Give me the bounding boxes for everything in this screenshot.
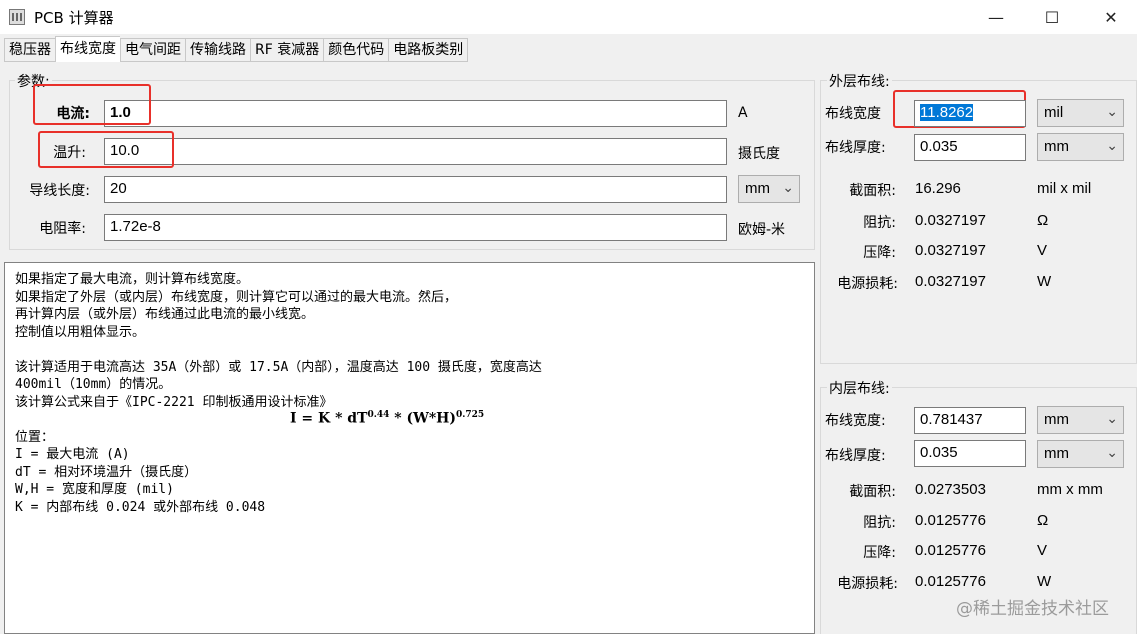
- inner-thickness-unit: mm: [1044, 445, 1069, 462]
- inner-power-loss-value: 0.0125776: [915, 573, 986, 590]
- chevron-down-icon: ⌄: [1106, 103, 1118, 119]
- chevron-down-icon: ⌄: [1106, 410, 1118, 426]
- outer-power-loss-label: 电源损耗:: [837, 276, 898, 292]
- outer-width-label: 布线宽度: [825, 106, 881, 122]
- outer-resistance-unit: Ω: [1037, 212, 1049, 229]
- outer-voltage-drop-value: 0.0327197: [915, 242, 986, 259]
- outer-power-loss-value: 0.0327197: [915, 273, 986, 290]
- inner-area-value: 0.0273503: [915, 481, 986, 498]
- length-label: 导线长度:: [29, 183, 90, 199]
- resistivity-unit: 欧姆-米: [738, 222, 786, 238]
- inner-resistance-value: 0.0125776: [915, 512, 986, 529]
- inner-group-label: 内层布线:: [827, 378, 892, 398]
- temp-rise-input[interactable]: 10.0: [104, 138, 727, 165]
- length-input[interactable]: 20: [104, 176, 727, 203]
- inner-area-label: 截面积:: [849, 484, 896, 500]
- tab-track-width[interactable]: 布线宽度: [55, 36, 120, 62]
- outer-width-unit: mil: [1044, 104, 1064, 121]
- chevron-down-icon: ⌄: [782, 179, 794, 195]
- outer-thickness-input[interactable]: 0.035: [914, 134, 1026, 161]
- outer-width-unit-select[interactable]: mil ⌄: [1037, 99, 1124, 127]
- inner-resistance-label: 阻抗:: [863, 515, 896, 531]
- outer-power-loss-unit: W: [1037, 273, 1052, 290]
- current-input[interactable]: 1.0: [104, 100, 727, 127]
- info-text: 如果指定了最大电流，则计算布线宽度。 如果指定了外层（或内层）布线宽度，则计算它可…: [15, 272, 542, 515]
- chevron-down-icon: ⌄: [1106, 444, 1118, 460]
- current-unit: A: [738, 105, 748, 121]
- inner-power-loss-unit: W: [1037, 573, 1052, 590]
- outer-resistance-value: 0.0327197: [915, 212, 986, 229]
- inner-thickness-label: 布线厚度:: [825, 448, 886, 464]
- tab-clearance[interactable]: 电气间距: [120, 38, 185, 62]
- outer-resistance-label: 阻抗:: [863, 215, 896, 231]
- outer-thickness-unit: mm: [1044, 138, 1069, 155]
- inner-voltage-drop-label: 压降:: [863, 545, 896, 561]
- watermark: @稀土掘金技术社区: [956, 599, 1109, 619]
- inner-area-unit: mm x mm: [1037, 481, 1103, 498]
- outer-group-label: 外层布线:: [827, 71, 892, 91]
- temp-rise-highlight: [38, 131, 174, 168]
- chevron-down-icon: ⌄: [1106, 137, 1118, 153]
- inner-thickness-input[interactable]: 0.035: [914, 440, 1026, 467]
- inner-voltage-drop-value: 0.0125776: [915, 542, 986, 559]
- inner-thickness-unit-select[interactable]: mm ⌄: [1037, 440, 1124, 468]
- temp-rise-unit: 摄氏度: [738, 146, 780, 162]
- title-bar: PCB 计算器 — ☐ ✕: [0, 0, 1137, 34]
- inner-power-loss-label: 电源损耗:: [837, 576, 898, 592]
- inner-width-unit: mm: [1044, 411, 1069, 428]
- outer-thickness-unit-select[interactable]: mm ⌄: [1037, 133, 1124, 161]
- tab-transmission-line[interactable]: 传输线路: [185, 38, 250, 62]
- close-button[interactable]: ✕: [1088, 0, 1134, 34]
- minimize-button[interactable]: —: [973, 0, 1019, 34]
- window-title: PCB 计算器: [34, 9, 114, 27]
- outer-voltage-drop-label: 压降:: [863, 245, 896, 261]
- length-unit-value: mm: [745, 180, 770, 197]
- calculator-icon: [9, 9, 25, 25]
- current-highlight: [33, 84, 151, 125]
- outer-area-value: 16.296: [915, 180, 961, 197]
- inner-width-unit-select[interactable]: mm ⌄: [1037, 406, 1124, 434]
- formula: I = K * dT0.44 * (W*H)0.725: [290, 410, 485, 427]
- tab-regulator[interactable]: 稳压器: [4, 38, 55, 62]
- tab-rf-attenuator[interactable]: RF 衰减器: [250, 38, 324, 62]
- inner-voltage-drop-unit: V: [1037, 542, 1048, 559]
- outer-width-input[interactable]: 11.8262: [914, 100, 1026, 127]
- tab-color-code[interactable]: 颜色代码: [323, 38, 389, 62]
- inner-width-input[interactable]: 0.781437: [914, 407, 1026, 434]
- length-unit-select[interactable]: mm ⌄: [738, 175, 800, 203]
- tab-bar: 稳压器 布线宽度 电气间距 传输线路 RF 衰减器 颜色代码 电路板类别: [4, 36, 469, 62]
- resistivity-label: 电阻率:: [39, 221, 86, 237]
- outer-voltage-drop-unit: V: [1037, 242, 1048, 259]
- maximize-button[interactable]: ☐: [1029, 0, 1075, 34]
- tab-board-class[interactable]: 电路板类别: [388, 38, 469, 62]
- inner-width-label: 布线宽度:: [825, 413, 886, 429]
- outer-thickness-label: 布线厚度:: [825, 140, 886, 156]
- outer-area-label: 截面积:: [849, 183, 896, 199]
- inner-resistance-unit: Ω: [1037, 512, 1049, 529]
- resistivity-input[interactable]: 1.72e-8: [104, 214, 727, 241]
- info-text-area[interactable]: 如果指定了最大电流，则计算布线宽度。 如果指定了外层（或内层）布线宽度，则计算它可…: [4, 262, 815, 634]
- outer-area-unit: mil x mil: [1037, 180, 1092, 197]
